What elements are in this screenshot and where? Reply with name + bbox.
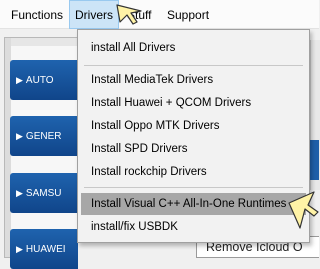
menu-item-usbdk[interactable]: install/fix USBDK bbox=[81, 216, 306, 238]
brand-button-auto[interactable]: ▶ AUTO bbox=[10, 60, 78, 100]
menu-functions[interactable]: Functions bbox=[6, 0, 68, 29]
menu-separator bbox=[84, 65, 303, 66]
play-arrow-icon: ▶ bbox=[16, 131, 23, 141]
cursor-arrow-icon bbox=[116, 4, 142, 25]
brand-label: GENER bbox=[25, 131, 62, 142]
menu-item-mediatek[interactable]: Install MediaTek Drivers bbox=[81, 69, 306, 91]
menu-separator bbox=[84, 187, 303, 188]
brand-label: HUAWEI bbox=[25, 244, 66, 255]
cursor-arrow-icon bbox=[288, 191, 319, 229]
menu-drivers[interactable]: Drivers bbox=[69, 0, 119, 29]
menu-item-huawei-qcom[interactable]: Install Huawei + QCOM Drivers bbox=[81, 92, 306, 114]
brand-button-samsung[interactable]: ▶ SAMSU bbox=[10, 173, 78, 213]
panel-top-bar bbox=[11, 38, 78, 46]
menu-item-oppo-mtk[interactable]: Install Oppo MTK Drivers bbox=[81, 115, 306, 137]
menu-support[interactable]: Support bbox=[162, 0, 214, 29]
brand-label: AUTO bbox=[25, 75, 54, 86]
play-arrow-icon: ▶ bbox=[16, 188, 23, 198]
play-arrow-icon: ▶ bbox=[16, 244, 23, 254]
menu-item-spd[interactable]: Install SPD Drivers bbox=[81, 138, 306, 160]
menu-item-visual-cpp[interactable]: Install Visual C++ All-In-One Runtimes bbox=[81, 193, 306, 215]
brand-button-general[interactable]: ▶ GENER bbox=[10, 116, 78, 156]
menu-bar: Functions Drivers Stuff Support bbox=[0, 0, 319, 29]
drivers-dropdown-menu: install All Drivers Install MediaTek Dri… bbox=[77, 29, 310, 243]
menu-item-rockchip[interactable]: Install rockchip Drivers bbox=[81, 161, 306, 183]
menu-item-install-all[interactable]: install All Drivers bbox=[81, 37, 306, 59]
play-arrow-icon: ▶ bbox=[16, 75, 23, 85]
brand-button-huawei[interactable]: ▶ HUAWEI bbox=[10, 229, 78, 269]
brand-label: SAMSU bbox=[25, 188, 62, 199]
